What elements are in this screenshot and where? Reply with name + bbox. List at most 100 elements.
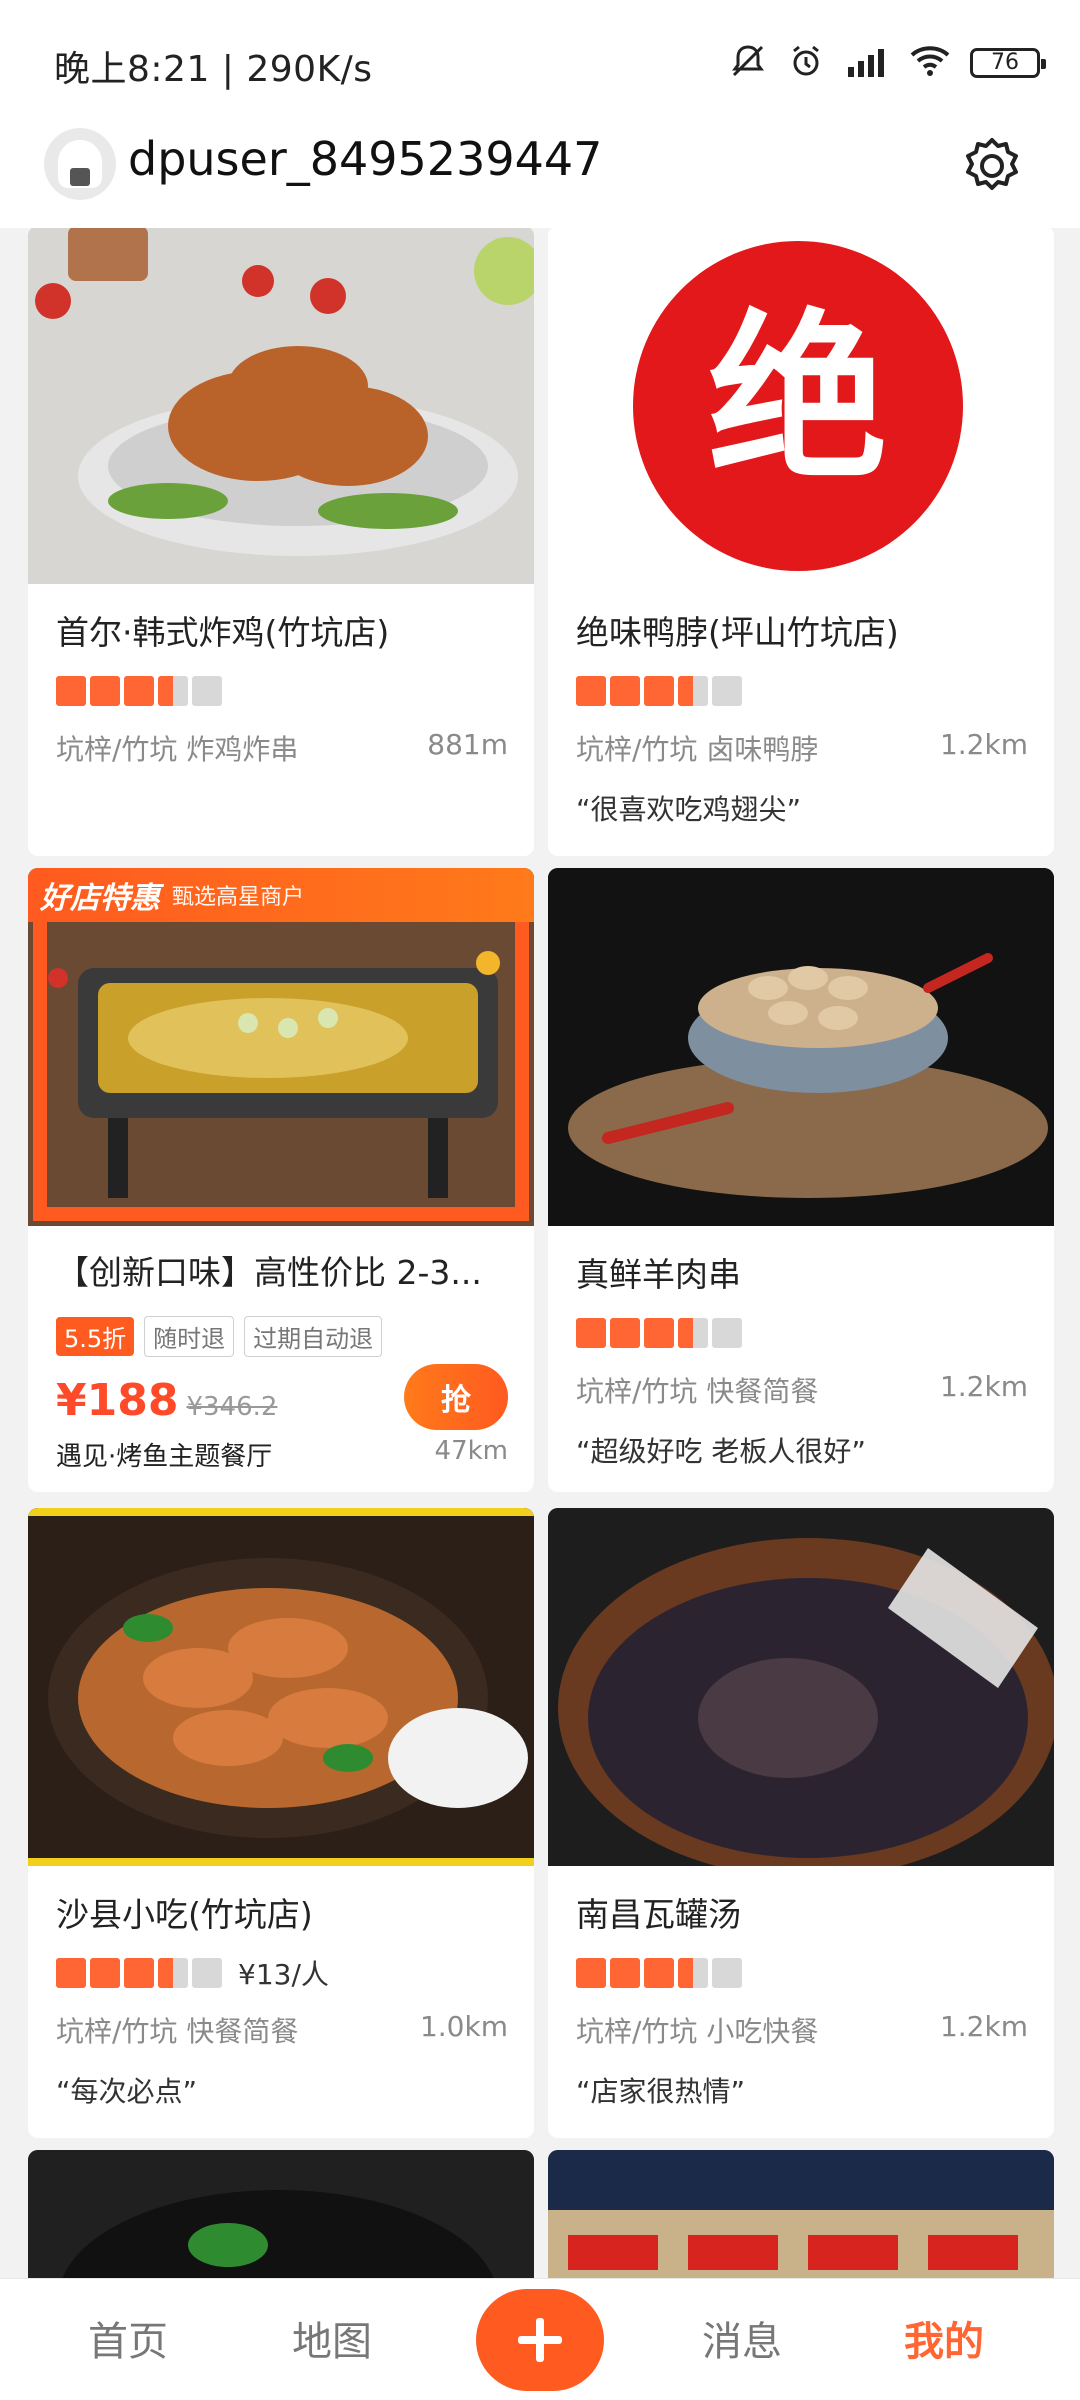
username[interactable]: dpuser_8495239447	[128, 132, 602, 186]
plus-icon	[518, 2318, 562, 2362]
shop-photo	[548, 1508, 1054, 1866]
discount-badge: 5.5折	[56, 1317, 135, 1356]
shop-logo-photo: 绝	[548, 228, 1054, 584]
alarm-icon	[786, 41, 826, 85]
bottom-navigation: 首页 地图 消息 我的	[0, 2278, 1080, 2400]
shop-card[interactable]: 沙县小吃(竹坑店) ¥13/人 坑梓/竹坑 快餐简餐 1.0km “每次必点”	[28, 1508, 534, 2138]
rating-stars: ¥13/人	[56, 1958, 508, 1991]
shop-card[interactable]: 真鲜羊肉串 坑梓/竹坑 快餐简餐 1.2km “超级好吃 老板人很好”	[548, 868, 1054, 1492]
star-icon	[124, 1958, 154, 1988]
deal-card[interactable]: 好店特惠 甄选高星商户 【创新口味】高性价比 2-3... 5.5折 随时退 过…	[28, 868, 534, 1492]
status-bar: 晚上8:21 | 290K/s 76	[0, 0, 1080, 130]
deal-tag: 过期自动退	[244, 1316, 383, 1357]
shop-photo	[28, 1508, 534, 1866]
star-empty-icon	[712, 1958, 742, 1988]
nav-messages[interactable]: 消息	[702, 2309, 782, 2367]
battery-indicator: 76	[970, 48, 1046, 78]
shop-meta: 坑梓/竹坑 快餐简餐 1.0km	[56, 2010, 508, 2050]
deal-price-original: ¥346.2	[186, 1392, 278, 1422]
shop-card[interactable]: 绝 绝味鸭脖(坪山竹坑店) 坑梓/竹坑 卤味鸭脖 1.2km “很喜欢吃鸡翅尖”	[548, 228, 1054, 856]
status-icons: 76	[728, 38, 1046, 88]
shop-photo	[548, 868, 1054, 1226]
shop-distance: 881m	[427, 728, 508, 761]
deal-title: 【创新口味】高性价比 2-3...	[56, 1253, 482, 1292]
shop-card-partial[interactable]	[28, 2150, 534, 2278]
shop-card[interactable]: 南昌瓦罐汤 坑梓/竹坑 小吃快餐 1.2km “店家很热情”	[548, 1508, 1054, 2138]
shop-area: 坑梓/竹坑 快餐简餐	[576, 1375, 819, 1408]
wifi-icon	[908, 41, 952, 85]
star-icon	[644, 1318, 674, 1348]
star-icon	[124, 676, 154, 706]
deal-tags: 5.5折 随时退 过期自动退	[56, 1316, 508, 1357]
nav-mine[interactable]: 我的	[904, 2309, 984, 2367]
star-icon	[610, 1958, 640, 1988]
shop-distance: 1.2km	[939, 2010, 1028, 2043]
shop-title: 绝味鸭脖(坪山竹坑店)	[576, 613, 899, 652]
promo-banner: 好店特惠 甄选高星商户	[28, 868, 534, 922]
shop-info: 南昌瓦罐汤 坑梓/竹坑 小吃快餐 1.2km “店家很热情”	[576, 1888, 1028, 2110]
shop-info: 真鲜羊肉串 坑梓/竹坑 快餐简餐 1.2km “超级好吃 老板人很好”	[576, 1248, 1028, 1470]
shop-title: 沙县小吃(竹坑店)	[56, 1895, 313, 1934]
shop-photo	[28, 228, 534, 584]
avatar-body-shape	[70, 168, 90, 186]
shop-meta: 坑梓/竹坑 快餐简餐 1.2km	[576, 1370, 1028, 1410]
shop-info: 沙县小吃(竹坑店) ¥13/人 坑梓/竹坑 快餐简餐 1.0km “每次必点”	[56, 1888, 508, 2110]
add-button[interactable]	[476, 2289, 604, 2391]
shop-area: 坑梓/竹坑 卤味鸭脖	[576, 733, 819, 766]
star-empty-icon	[192, 1958, 222, 1988]
star-icon	[644, 1958, 674, 1988]
star-icon	[576, 676, 606, 706]
star-icon	[90, 676, 120, 706]
profile-header: dpuser_8495239447	[0, 118, 1080, 228]
gear-icon	[966, 138, 1018, 190]
star-half-icon	[678, 1958, 708, 1988]
star-icon	[576, 1318, 606, 1348]
nav-home[interactable]: 首页	[88, 2309, 168, 2367]
review-quote: “店家很热情”	[576, 2075, 746, 2108]
status-time: 晚上8:21 | 290K/s	[54, 49, 373, 90]
shop-area: 坑梓/竹坑 炸鸡炸串	[56, 733, 299, 766]
shop-title: 真鲜羊肉串	[576, 1255, 741, 1294]
shop-info: 绝味鸭脖(坪山竹坑店) 坑梓/竹坑 卤味鸭脖 1.2km “很喜欢吃鸡翅尖”	[576, 606, 1028, 828]
mute-bell-icon	[728, 41, 768, 85]
promo-banner-title: 好店特惠	[40, 881, 160, 916]
nav-map[interactable]: 地图	[292, 2309, 372, 2367]
deal-shop-name: 遇见·烤鱼主题餐厅	[56, 1442, 273, 1472]
rating-stars	[56, 676, 508, 706]
star-half-icon	[678, 676, 708, 706]
shop-distance: 1.2km	[939, 728, 1028, 761]
promo-banner-subtitle: 甄选高星商户	[172, 885, 305, 910]
star-icon	[90, 1958, 120, 1988]
shop-meta: 坑梓/竹坑 炸鸡炸串 881m	[56, 728, 508, 768]
star-icon	[610, 676, 640, 706]
rating-stars	[576, 1318, 1028, 1348]
deal-distance: 47km	[434, 1436, 508, 1466]
shop-title: 南昌瓦罐汤	[576, 1895, 741, 1934]
deal-tag: 随时退	[144, 1316, 235, 1357]
shop-info: 首尔·韩式炸鸡(竹坑店) 坑梓/竹坑 炸鸡炸串 881m	[56, 606, 508, 768]
shop-distance: 1.0km	[419, 2010, 508, 2043]
grab-deal-button[interactable]: 抢	[404, 1364, 508, 1430]
review-quote: “很喜欢吃鸡翅尖”	[576, 793, 802, 826]
star-half-icon	[158, 1958, 188, 1988]
settings-button[interactable]	[952, 126, 1032, 206]
star-half-icon	[158, 676, 188, 706]
deal-photo: 好店特惠 甄选高星商户	[28, 868, 534, 1226]
star-empty-icon	[712, 676, 742, 706]
shop-meta: 坑梓/竹坑 小吃快餐 1.2km	[576, 2010, 1028, 2050]
shop-area: 坑梓/竹坑 小吃快餐	[576, 2015, 819, 2048]
shop-area: 坑梓/竹坑 快餐简餐	[56, 2015, 299, 2048]
star-icon	[644, 676, 674, 706]
deal-info: 【创新口味】高性价比 2-3... 5.5折 随时退 过期自动退 ¥188 ¥3…	[56, 1246, 508, 1473]
review-quote: “超级好吃 老板人很好”	[576, 1435, 866, 1468]
shop-card[interactable]: 首尔·韩式炸鸡(竹坑店) 坑梓/竹坑 炸鸡炸串 881m	[28, 228, 534, 856]
recommendation-feed[interactable]: 首尔·韩式炸鸡(竹坑店) 坑梓/竹坑 炸鸡炸串 881m 绝 绝味鸭脖(坪山竹坑…	[0, 228, 1080, 2278]
shop-card-partial[interactable]	[548, 2150, 1054, 2278]
star-icon	[56, 676, 86, 706]
deal-price-current: ¥188	[56, 1375, 179, 1426]
shop-distance: 1.2km	[939, 1370, 1028, 1403]
avatar[interactable]	[44, 128, 116, 200]
star-half-icon	[678, 1318, 708, 1348]
star-icon	[576, 1958, 606, 1988]
star-empty-icon	[192, 676, 222, 706]
